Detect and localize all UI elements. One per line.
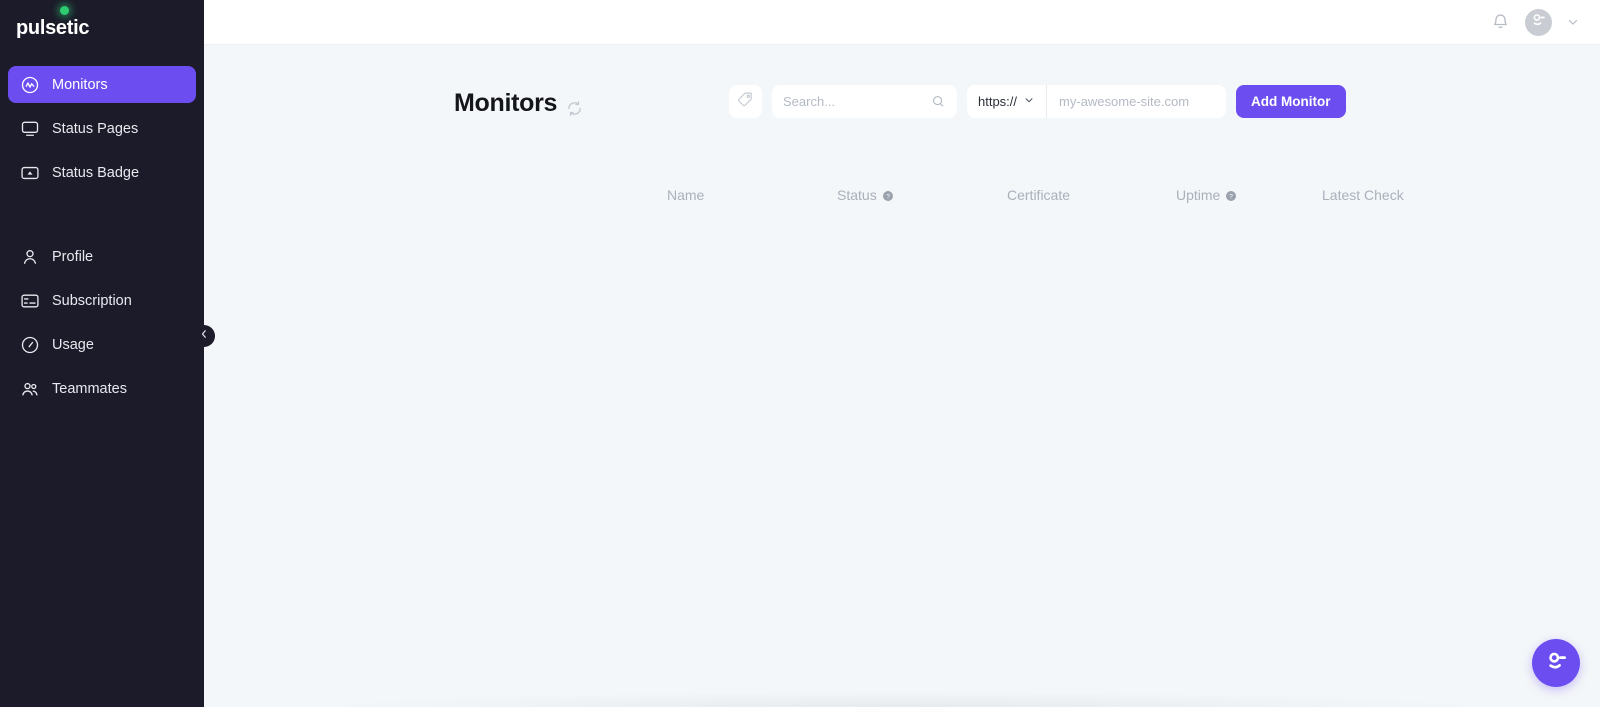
top-bar — [204, 0, 1600, 45]
url-input[interactable] — [1047, 85, 1226, 118]
sidebar-item-label: Status Badge — [52, 165, 139, 181]
brand-logo-text: pulsetic — [16, 17, 89, 40]
sidebar-nav: Monitors Status Pages Status Badge — [0, 66, 204, 407]
column-label: Name — [667, 187, 704, 203]
credit-card-icon — [20, 291, 40, 311]
page-title-text: Monitors — [454, 89, 557, 118]
gauge-icon — [20, 335, 40, 355]
tag-filter-button[interactable] — [729, 85, 762, 118]
svg-text:?: ? — [1230, 193, 1234, 200]
sidebar-collapse-button[interactable] — [193, 325, 215, 347]
sidebar-item-profile[interactable]: Profile — [8, 238, 196, 275]
sidebar-item-label: Teammates — [52, 381, 127, 397]
sidebar-item-label: Status Pages — [52, 121, 138, 137]
chevron-left-icon — [198, 327, 210, 345]
chevron-down-icon[interactable] — [1566, 15, 1580, 29]
tag-icon — [737, 91, 754, 113]
badge-icon — [20, 163, 40, 183]
column-label: Certificate — [1007, 187, 1070, 203]
chat-avatar-icon — [1543, 647, 1570, 679]
help-icon[interactable]: ? — [882, 189, 894, 201]
sidebar-divider-gap — [8, 198, 196, 238]
bottom-shadow — [204, 685, 1600, 707]
display-icon — [20, 119, 40, 139]
content-area: Monitors — [204, 45, 1600, 707]
sidebar-item-label: Profile — [52, 249, 93, 265]
sidebar-item-usage[interactable]: Usage — [8, 326, 196, 363]
chevron-down-icon — [1023, 94, 1035, 109]
column-header-status: Status ? — [837, 187, 894, 203]
sidebar-item-teammates[interactable]: Teammates — [8, 370, 196, 407]
toolbar: https:// Add Monitor — [729, 85, 1346, 118]
search-icon[interactable] — [931, 94, 946, 109]
monitor-wave-icon — [20, 75, 40, 95]
column-label: Uptime — [1176, 187, 1220, 203]
table-header-row: Name Status ? Certificate Uptime — [204, 187, 1600, 207]
search-box[interactable] — [772, 85, 957, 118]
url-input-group: https:// — [967, 85, 1226, 118]
column-header-name: Name — [667, 187, 704, 203]
page-title: Monitors — [454, 89, 583, 118]
app-root: pulsetic Monitors Status Pages — [0, 0, 1600, 707]
main-area: Monitors — [204, 0, 1600, 707]
sidebar-item-monitors[interactable]: Monitors — [8, 66, 196, 103]
column-label: Latest Check — [1322, 187, 1404, 203]
sidebar: pulsetic Monitors Status Pages — [0, 0, 204, 707]
help-icon[interactable]: ? — [1225, 189, 1237, 201]
sidebar-item-label: Usage — [52, 337, 94, 353]
protocol-value: https:// — [978, 94, 1017, 109]
sidebar-item-subscription[interactable]: Subscription — [8, 282, 196, 319]
sidebar-item-status-badge[interactable]: Status Badge — [8, 154, 196, 191]
users-icon — [20, 379, 40, 399]
user-avatar-icon — [1529, 10, 1548, 34]
bell-icon[interactable] — [1490, 12, 1511, 33]
sidebar-item-label: Subscription — [52, 293, 132, 309]
refresh-icon[interactable] — [566, 95, 583, 112]
brand-logo[interactable]: pulsetic — [0, 0, 204, 56]
sidebar-item-label: Monitors — [52, 77, 108, 93]
protocol-select[interactable]: https:// — [967, 85, 1047, 118]
avatar[interactable] — [1525, 9, 1552, 36]
brand-logo-dot — [60, 6, 69, 15]
column-label: Status — [837, 187, 877, 203]
search-input[interactable] — [783, 94, 925, 109]
svg-text:?: ? — [886, 193, 890, 200]
column-header-uptime: Uptime ? — [1176, 187, 1237, 203]
chat-widget-button[interactable] — [1532, 639, 1580, 687]
column-header-certificate: Certificate — [1007, 187, 1070, 203]
sidebar-item-status-pages[interactable]: Status Pages — [8, 110, 196, 147]
user-icon — [20, 247, 40, 267]
column-header-latest-check: Latest Check — [1322, 187, 1404, 203]
add-monitor-button[interactable]: Add Monitor — [1236, 85, 1345, 118]
